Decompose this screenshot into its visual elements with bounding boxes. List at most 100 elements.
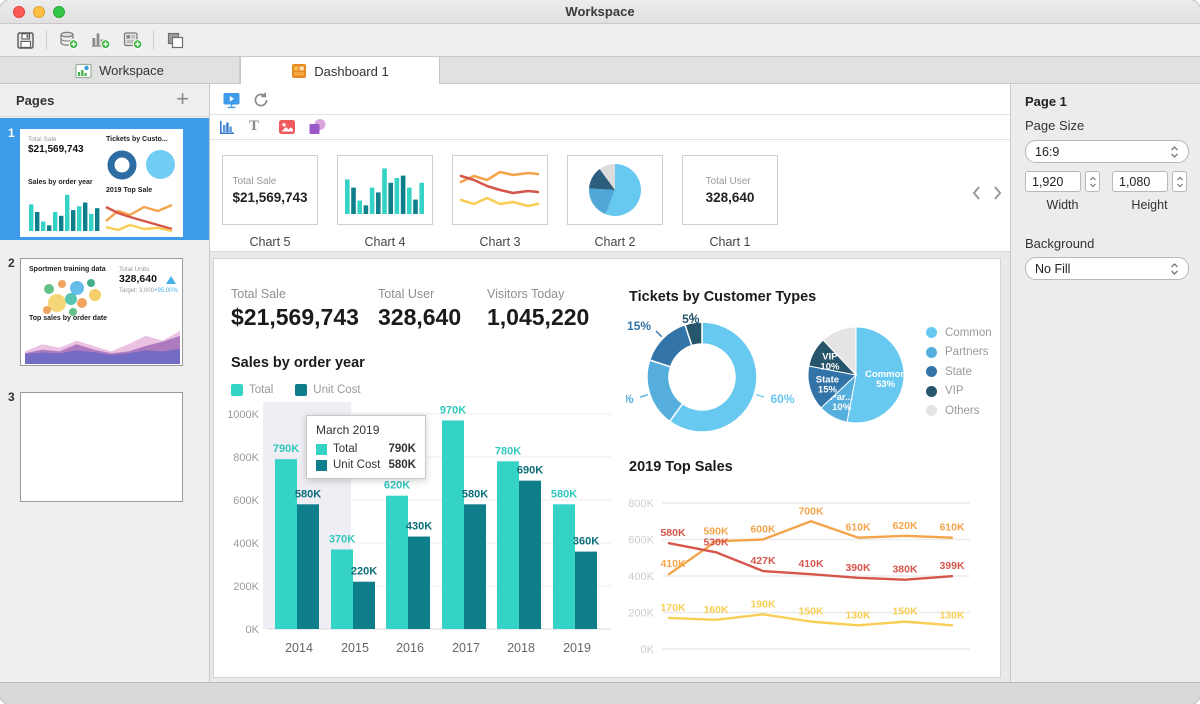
page-size-value: 16:9	[1035, 145, 1059, 159]
add-widget-icon	[122, 30, 143, 50]
page-row-2[interactable]: 2 Sportmen training dataTotal Units328,6…	[0, 248, 209, 368]
legend-dot	[926, 366, 937, 377]
editor-area: T Total Sale$21,569,743Chart 5Chart 4Cha…	[210, 84, 1010, 682]
gallery-card-chart-1[interactable]: Total User328,640	[682, 155, 778, 225]
width-input[interactable]	[1025, 171, 1081, 192]
gallery-card-chart-2[interactable]	[567, 155, 663, 225]
gallery-card-label: Chart 4	[337, 235, 433, 249]
legend-dot	[926, 327, 937, 338]
tooltip-swatch	[316, 460, 327, 471]
svg-text:380K: 380K	[892, 564, 918, 576]
insert-chart-button[interactable]	[218, 119, 236, 136]
add-data-source-button[interactable]	[55, 28, 81, 52]
svg-text:200K: 200K	[628, 608, 654, 620]
svg-text:427K: 427K	[750, 555, 776, 567]
svg-text:410K: 410K	[660, 558, 686, 570]
height-input[interactable]	[1112, 171, 1168, 192]
kpi-visitors-today[interactable]: Visitors Today 1,045,220	[487, 287, 589, 331]
svg-text:800K: 800K	[233, 452, 259, 464]
preview-button[interactable]	[222, 91, 241, 109]
chart-tooltip: March 2019 Total 790K Unit Cost 580K	[306, 415, 426, 479]
tickets-donut-chart[interactable]: 60%20%15%5%	[626, 309, 818, 449]
kpi-preview-value: 328,640	[706, 190, 755, 205]
page-thumbnail-2[interactable]: Sportmen training dataTotal Units328,640…	[20, 258, 183, 366]
thumb-donut	[106, 149, 140, 181]
insert-shape-button[interactable]	[308, 118, 327, 136]
gallery-prev-button[interactable]	[968, 184, 984, 202]
background-select[interactable]: No Fill	[1025, 257, 1189, 280]
gallery-card-chart-4[interactable]	[337, 155, 433, 225]
add-chart-button[interactable]	[87, 28, 113, 52]
page-row-1[interactable]: 1 Total Sale$21,569,743Tickets by Custo.…	[0, 118, 209, 240]
svg-text:580K: 580K	[660, 527, 686, 539]
gallery-card-label: Chart 2	[567, 235, 663, 249]
svg-text:530K: 530K	[703, 536, 729, 548]
page-row-3[interactable]: 3	[0, 380, 209, 502]
thumb-lines	[104, 199, 176, 235]
refresh-button[interactable]	[252, 91, 270, 109]
window-title: Workspace	[0, 4, 1200, 19]
thumb-target-label: Target: 3,000	[119, 288, 154, 294]
thumb-total-sale-value: $21,569,743	[28, 144, 84, 155]
tab-workspace[interactable]: Workspace	[0, 57, 240, 84]
svg-text:60%: 60%	[770, 392, 794, 406]
dashboard-icon	[291, 63, 307, 79]
svg-text:700K: 700K	[798, 505, 824, 517]
add-widget-button[interactable]	[119, 28, 145, 52]
kpi-value: 328,640	[378, 304, 461, 331]
page-thumbnail-1[interactable]: Total Sale$21,569,743Tickets by Custo...…	[20, 129, 183, 237]
legend-dot	[926, 347, 937, 358]
page-size-select[interactable]: 16:9	[1025, 140, 1189, 163]
gallery-card-chart-3[interactable]	[452, 155, 548, 225]
copy-button[interactable]	[162, 28, 188, 52]
legend-label: Partners	[945, 346, 988, 358]
svg-text:620K: 620K	[892, 520, 918, 532]
add-data-source-icon	[58, 30, 79, 50]
svg-text:15%: 15%	[818, 384, 838, 395]
gallery-card-chart-5[interactable]: Total Sale$21,569,743	[222, 155, 318, 225]
kpi-total-sale[interactable]: Total Sale $21,569,743	[231, 287, 359, 331]
text-tool-icon: T	[249, 118, 259, 134]
page-thumbnail-3[interactable]	[20, 392, 183, 502]
top-sales-line-chart[interactable]: 0K200K400K600K800K410K590K600K700K610K62…	[624, 485, 1004, 673]
pages-panel-title: Pages	[16, 93, 54, 108]
thumb-title: Sportmen training data	[29, 266, 106, 273]
line-preview	[458, 162, 542, 218]
height-stepper[interactable]	[1172, 171, 1187, 192]
dashboard-page[interactable]: Total Sale $21,569,743 Total User 328,64…	[213, 258, 1001, 678]
kpi-value: $21,569,743	[231, 304, 359, 331]
application-window: Workspace Workspace Dashboard 1	[0, 0, 1200, 704]
tickets-pie-chart[interactable]: Common53%Par...10%State15%VIP10%	[800, 317, 922, 439]
svg-text:130K: 130K	[939, 609, 965, 621]
save-icon	[16, 31, 35, 50]
svg-text:580K: 580K	[462, 488, 488, 500]
svg-text:220K: 220K	[351, 566, 377, 578]
gallery-next-button[interactable]	[990, 184, 1006, 202]
legend-item: Total	[231, 384, 273, 396]
height-label: Height	[1112, 198, 1187, 212]
insert-text-button[interactable]: T	[249, 118, 259, 135]
save-button[interactable]	[12, 28, 38, 52]
svg-text:970K: 970K	[440, 404, 466, 416]
page-number: 2	[8, 256, 15, 270]
bar-chart-legend: TotalUnit Cost	[231, 383, 383, 401]
width-stepper[interactable]	[1085, 171, 1100, 192]
svg-text:800K: 800K	[628, 498, 654, 510]
insert-image-button[interactable]	[278, 119, 296, 135]
tooltip-row: Unit Cost 580K	[316, 459, 416, 471]
tooltip-series: Total	[333, 443, 357, 455]
kpi-total-user[interactable]: Total User 328,640	[378, 287, 461, 331]
svg-text:400K: 400K	[233, 538, 259, 550]
svg-text:2017: 2017	[452, 641, 480, 655]
preview-icon	[222, 91, 241, 109]
inspector-panel: Page 1 Page Size 16:9 Width Height Backg…	[1010, 84, 1200, 682]
kpi-value: 1,045,220	[487, 304, 589, 331]
tab-dashboard-1[interactable]: Dashboard 1	[240, 57, 440, 85]
svg-text:400K: 400K	[628, 571, 654, 583]
svg-text:610K: 610K	[845, 522, 871, 534]
add-chart-icon	[90, 30, 111, 50]
add-page-button[interactable]: +	[176, 86, 189, 112]
legend-label: VIP	[945, 385, 964, 397]
thumb-bubbles	[27, 275, 115, 319]
kpi-preview-value: $21,569,743	[232, 190, 307, 205]
